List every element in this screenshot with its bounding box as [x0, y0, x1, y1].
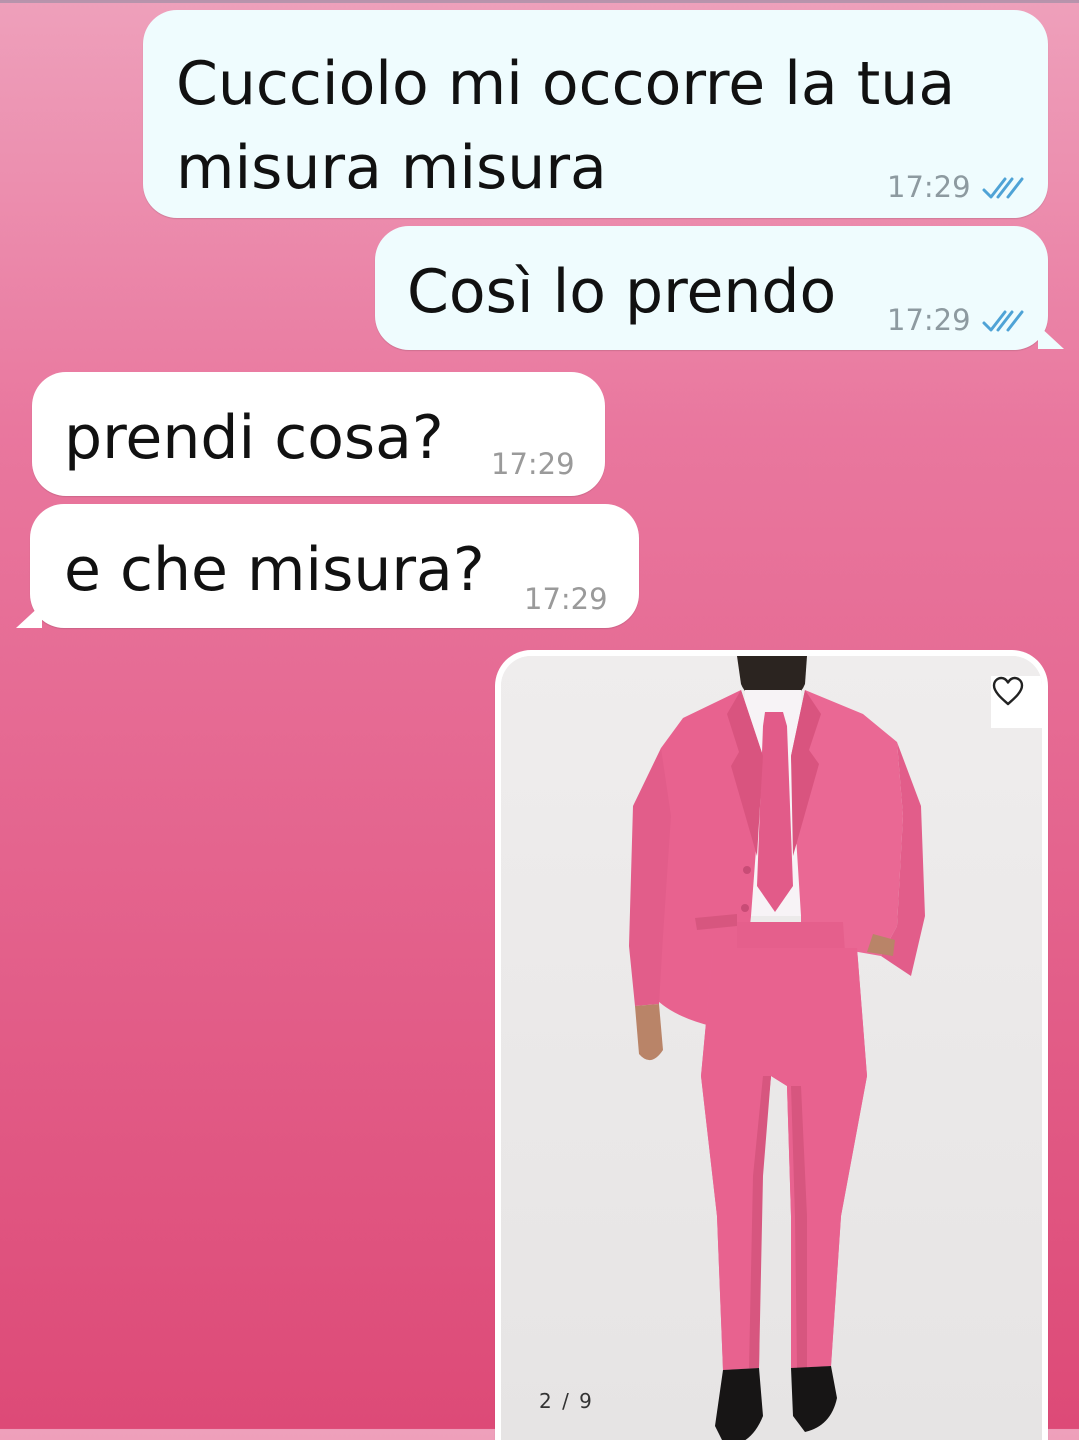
heart-outline-icon: [992, 676, 1024, 706]
status-divider: [0, 0, 1079, 3]
message-text: e che misura?: [64, 535, 485, 605]
message-text: Cucciolo mi occorre la tua misura misura: [176, 49, 956, 203]
message-time: 17:29: [887, 303, 971, 337]
message-bubble-outgoing[interactable]: Cucciolo mi occorre la tua misura misura…: [143, 10, 1048, 218]
image-message-bubble[interactable]: 2 / 9: [495, 650, 1048, 1440]
message-bubble-incoming[interactable]: e che misura? 17:29: [30, 504, 639, 628]
image-counter: 2 / 9: [539, 1389, 594, 1413]
message-time: 17:29: [524, 582, 608, 616]
message-text: prendi cosa?: [64, 403, 444, 473]
double-check-read-icon: [982, 310, 1024, 332]
message-bubble-outgoing[interactable]: Così lo prendo 17:29: [375, 226, 1048, 350]
message-bubble-incoming[interactable]: prendi cosa? 17:29: [32, 372, 605, 496]
favorite-button[interactable]: [991, 676, 1042, 728]
pink-suit-photo[interactable]: 2 / 9: [501, 656, 1042, 1440]
message-time: 17:29: [887, 170, 971, 204]
bubble-tail: [16, 604, 42, 628]
message-text: Così lo prendo: [407, 257, 837, 327]
pink-suit-illustration: [501, 656, 1042, 1440]
bubble-tail: [1038, 325, 1064, 349]
double-check-read-icon: [982, 177, 1024, 199]
message-time: 17:29: [491, 447, 575, 481]
